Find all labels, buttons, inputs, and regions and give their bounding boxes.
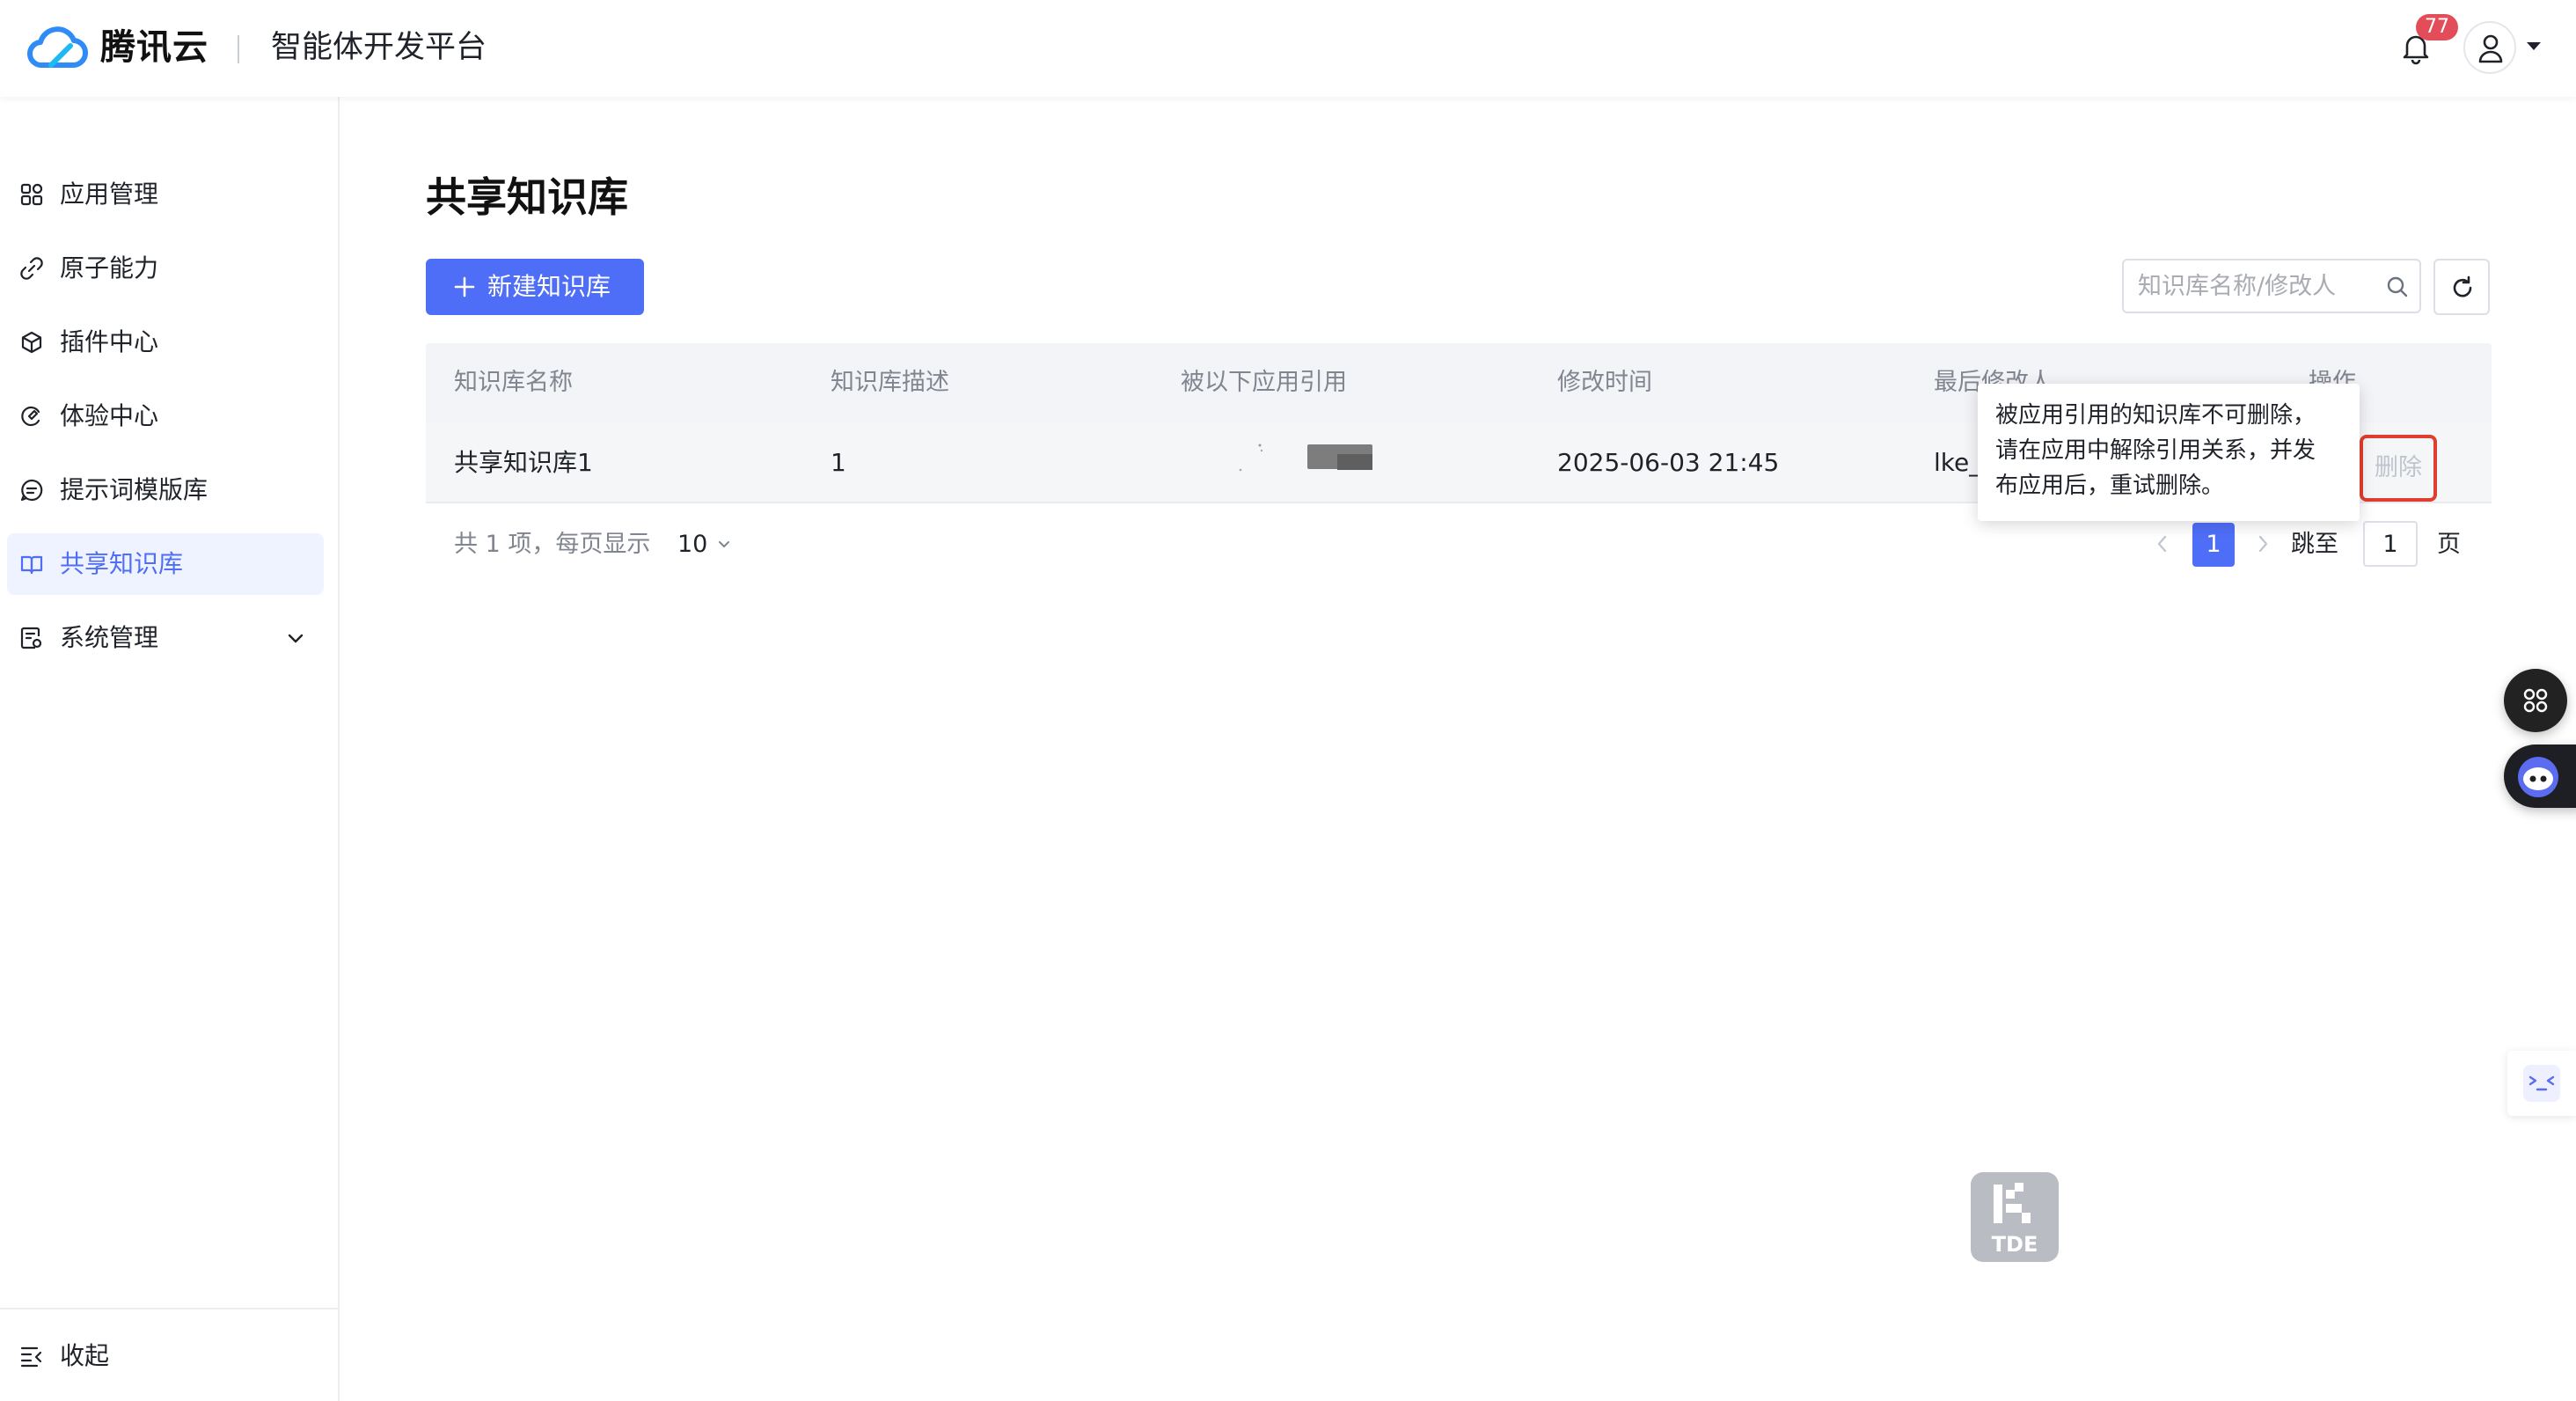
jump-to-label: 跳至 xyxy=(2291,531,2338,558)
delete-button[interactable]: 删除 xyxy=(2360,435,2437,502)
sidebar-item-plugin-center[interactable]: 插件中心 xyxy=(7,312,324,373)
sidebar-item-label: 体验中心 xyxy=(60,401,159,430)
tooltip-line: 被应用引用的知识库不可删除， xyxy=(1995,402,2316,429)
search-input[interactable] xyxy=(2138,260,2375,312)
collapse-icon xyxy=(20,1346,42,1368)
caret-down-icon[interactable] xyxy=(2523,35,2544,56)
pagination-total: 共 1 项，每页显示 xyxy=(454,531,651,558)
delete-disabled-tooltip: 被应用引用的知识库不可删除， 请在应用中解除引用关系，并发 布应用后，重试删除。 xyxy=(1978,384,2360,521)
sidebar-item-shared-knowledge-base[interactable]: 共享知识库 xyxy=(7,533,324,595)
floating-apps-button[interactable] xyxy=(2504,669,2567,732)
sidebar-item-label: 应用管理 xyxy=(60,180,159,209)
sidebar-footer: 收起 xyxy=(0,1308,338,1401)
side-feedback-tab[interactable] xyxy=(2507,1051,2576,1116)
sidebar-item-atomic-capabilities[interactable]: 原子能力 xyxy=(7,238,324,299)
column-header-referenced-by: 被以下应用引用 xyxy=(1181,369,1347,396)
sidebar: 应用管理 原子能力 插件中心 体验中心 提示词模版库 共享知识库 系统管理 收起 xyxy=(0,97,340,1401)
sidebar-item-label: 插件中心 xyxy=(60,327,159,356)
column-header-name: 知识库名称 xyxy=(454,369,573,396)
feedback-face-icon xyxy=(2523,1065,2560,1102)
modifier-cell: lke_ xyxy=(1934,448,1982,477)
notification-badge: 77 xyxy=(2416,14,2458,40)
top-header: 腾讯云 智能体开发平台 77 xyxy=(0,0,2576,97)
tde-logo-icon: TDE xyxy=(1971,1172,2059,1262)
sidebar-item-label: 原子能力 xyxy=(60,253,159,282)
cube-icon xyxy=(21,331,42,354)
page-title: 共享知识库 xyxy=(426,173,628,221)
chat-icon xyxy=(20,479,43,502)
modified-time-cell: 2025-06-03 21:45 xyxy=(1557,448,1780,477)
sidebar-item-label: 共享知识库 xyxy=(60,549,184,578)
refresh-button[interactable] xyxy=(2433,259,2490,315)
tencent-cloud-logo-icon[interactable] xyxy=(25,23,90,72)
svg-text:TDE: TDE xyxy=(1992,1232,2038,1257)
tooltip-line: 布应用后，重试删除。 xyxy=(1995,473,2225,499)
sidebar-item-experience-center[interactable]: 体验中心 xyxy=(7,385,324,447)
sidebar-item-app-management[interactable]: 应用管理 xyxy=(7,164,324,225)
plus-icon xyxy=(454,276,475,297)
jump-to-page-input[interactable] xyxy=(2363,521,2418,567)
sidebar-item-label: 提示词模版库 xyxy=(60,475,209,504)
command-icon xyxy=(2523,688,2548,713)
experience-icon xyxy=(21,406,40,427)
user-icon xyxy=(2478,34,2503,63)
tooltip-line: 请在应用中解除引用关系，并发 xyxy=(1995,437,2316,464)
chevron-down-icon[interactable] xyxy=(716,537,732,553)
search-box xyxy=(2122,259,2421,313)
link-icon xyxy=(20,257,43,280)
sidebar-item-prompt-templates[interactable]: 提示词模版库 xyxy=(7,459,324,521)
sidebar-item-label: 系统管理 xyxy=(60,623,159,652)
brand-name: 腾讯云 xyxy=(100,27,209,68)
settings-doc-icon xyxy=(20,627,42,649)
prev-page-icon[interactable] xyxy=(2150,532,2175,556)
chevron-down-icon[interactable] xyxy=(285,627,306,649)
column-header-description: 知识库描述 xyxy=(831,369,949,396)
book-icon xyxy=(20,555,43,575)
redacted-app-icon xyxy=(1239,444,1263,472)
redacted-app-reference-shadow xyxy=(1337,454,1372,470)
next-page-icon[interactable] xyxy=(2250,532,2275,556)
new-knowledge-base-button[interactable]: 新建知识库 xyxy=(426,259,644,315)
collapse-sidebar-button[interactable]: 收起 xyxy=(7,1325,324,1387)
page-unit-label: 页 xyxy=(2437,531,2461,558)
page-size-select[interactable]: 10 xyxy=(677,523,707,567)
collapse-label: 收起 xyxy=(60,1341,110,1370)
kb-description-cell: 1 xyxy=(831,448,846,477)
user-avatar[interactable] xyxy=(2463,21,2516,74)
header-divider xyxy=(238,35,239,63)
delete-label: 删除 xyxy=(2375,454,2422,481)
platform-name: 智能体开发平台 xyxy=(271,30,487,65)
robot-icon xyxy=(2518,757,2558,797)
sidebar-item-system-management[interactable]: 系统管理 xyxy=(7,607,324,669)
column-header-modified-time: 修改时间 xyxy=(1557,369,1652,396)
floating-assistant-button[interactable] xyxy=(2504,745,2576,808)
kb-name-cell[interactable]: 共享知识库1 xyxy=(454,422,593,503)
new-knowledge-base-label: 新建知识库 xyxy=(487,272,611,301)
search-icon[interactable] xyxy=(2386,275,2409,298)
apps-grid-icon xyxy=(20,183,43,206)
page-number-current[interactable]: 1 xyxy=(2192,523,2235,567)
refresh-icon xyxy=(2453,275,2472,297)
